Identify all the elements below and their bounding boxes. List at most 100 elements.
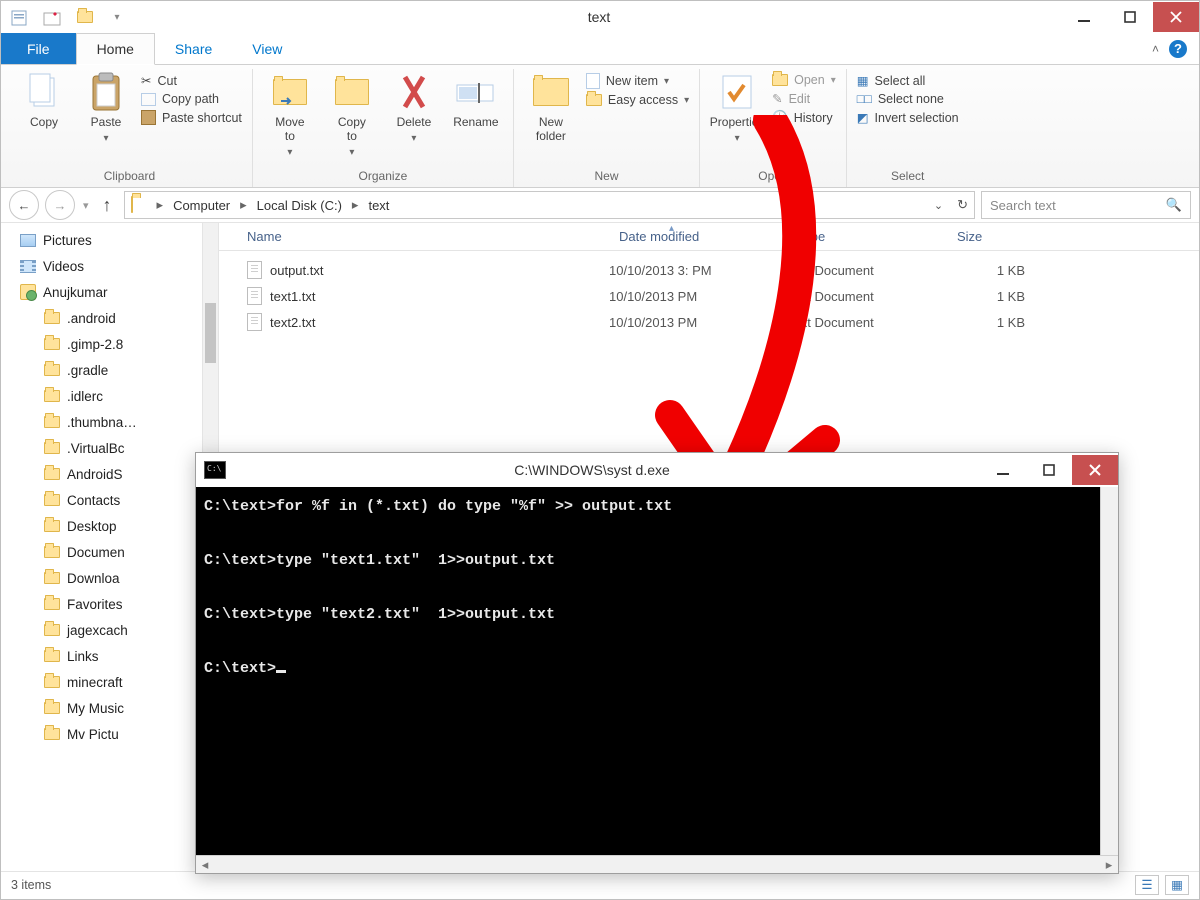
help-icon[interactable]: ? [1169,40,1187,58]
minimize-button[interactable] [1061,2,1107,32]
properties-button[interactable]: Properties▾ [710,71,764,144]
back-button[interactable]: ← [9,190,39,220]
breadcrumb[interactable]: Local Disk (C:) [253,198,346,213]
paste-shortcut-button[interactable]: Paste shortcut [141,110,242,125]
delete-button[interactable]: Delete▾ [387,71,441,144]
tree-label: jagexcach [67,623,128,638]
edit-icon: ✎ [772,91,782,106]
open-button[interactable]: Open ▾ [772,73,836,87]
col-size[interactable]: Size [947,229,1047,244]
pict-icon [19,232,37,248]
tree-node[interactable]: .android [1,305,218,331]
paste-button[interactable]: Paste ▾ [79,71,133,144]
search-input[interactable]: Search text 🔍 [981,191,1191,219]
tree-node[interactable]: Pictures [1,227,218,253]
select-all-button[interactable]: ▦Select all [857,73,959,88]
details-view-button[interactable]: ☰ [1135,875,1159,895]
history-icon: 🕑 [772,110,788,125]
address-dropdown-icon[interactable]: ⌄ [934,199,943,212]
tree-node[interactable]: Contacts [1,487,218,513]
history-button[interactable]: 🕑History [772,110,836,125]
breadcrumb[interactable]: text [364,198,393,213]
icons-view-button[interactable]: ▦ [1165,875,1189,895]
shortcut-icon [141,110,156,125]
tree-node[interactable]: jagexcach [1,617,218,643]
new-item-button[interactable]: New item ▾ [586,73,689,89]
cmd-close-button[interactable] [1072,455,1118,485]
file-row[interactable]: text1.txt10/10/2013 PMText Document1 KB [219,283,1199,309]
qat-dropdown-icon[interactable]: ▾ [103,5,131,29]
tree-node[interactable]: .gimp-2.8 [1,331,218,357]
address-bar[interactable]: ▸ Computer ▸ Local Disk (C:) ▸ text ⌄ ↻ [124,191,975,219]
easy-access-button[interactable]: Easy access ▾ [586,93,689,107]
forward-button[interactable]: → [45,190,75,220]
tree-node[interactable]: Downloa [1,565,218,591]
maximize-button[interactable] [1107,2,1153,32]
tree-node[interactable]: AndroidS [1,461,218,487]
search-placeholder: Search text [990,198,1056,213]
cmd-vscrollbar[interactable] [1100,487,1118,855]
copy-to-button[interactable]: Copy to▾ [325,71,379,158]
copy-button[interactable]: Copy [17,71,71,130]
tab-share[interactable]: Share [155,33,232,64]
folder-icon [43,726,61,742]
qat-newfolder-icon[interactable] [39,5,67,29]
tree-node[interactable]: minecraft [1,669,218,695]
col-type[interactable]: Type [787,229,947,244]
refresh-icon[interactable]: ↻ [957,197,968,213]
tree-node[interactable]: Documen [1,539,218,565]
up-button[interactable]: ↑ [97,195,118,216]
tree-node[interactable]: .gradle [1,357,218,383]
folder-icon [43,648,61,664]
edit-button[interactable]: ✎Edit [772,91,836,106]
easyaccess-icon [586,94,602,106]
tree-node[interactable]: .VirtualBc [1,435,218,461]
nav-tree[interactable]: PicturesVideosAnujkumar.android.gimp-2.8… [1,223,219,871]
file-date: 10/10/2013 3: PM [609,263,787,278]
cmd-titlebar[interactable]: C:\WINDOWS\syst d.exe [196,453,1118,487]
tree-label: .VirtualBc [67,441,125,456]
folder-icon [43,544,61,560]
copy-path-button[interactable]: Copy path [141,92,242,106]
cmd-hscrollbar[interactable]: ◂▸ [196,855,1118,873]
sort-indicator-icon: ▴ [669,223,674,234]
group-open: Properties▾ Open ▾ ✎Edit 🕑History Open [700,69,847,187]
col-date[interactable]: Date modified [609,229,787,244]
tab-home[interactable]: Home [76,33,155,65]
tree-node[interactable]: My Music [1,695,218,721]
tree-label: .thumbna… [67,415,137,430]
select-none-button[interactable]: □□Select none [857,92,959,106]
tree-node[interactable]: Mv Pictu [1,721,218,747]
close-button[interactable] [1153,2,1199,32]
tree-node[interactable]: .idlerc [1,383,218,409]
folder-icon [43,674,61,690]
vid-icon [19,258,37,274]
tree-node[interactable]: Videos [1,253,218,279]
breadcrumb[interactable]: Computer [169,198,234,213]
cmd-maximize-button[interactable] [1026,455,1072,485]
cut-button[interactable]: ✂Cut [141,73,242,88]
cmd-output[interactable]: C:\text>for %f in (*.txt) do type "%f" >… [196,487,1100,855]
tree-node[interactable]: Desktop [1,513,218,539]
tree-node[interactable]: Anujkumar [1,279,218,305]
column-headers[interactable]: ▴ Name Date modified Type Size [219,223,1199,251]
tree-node[interactable]: Links [1,643,218,669]
file-row[interactable]: text2.txt10/10/2013 PMText Document1 KB [219,309,1199,335]
file-row[interactable]: output.txt10/10/2013 3: PMText Document1… [219,257,1199,283]
selectnone-icon: □□ [857,92,872,106]
ribbon-collapse-icon[interactable]: ˄ [1152,42,1159,56]
rename-button[interactable]: Rename [449,71,503,130]
tab-file[interactable]: File [1,33,76,64]
cmd-window: C:\WINDOWS\syst d.exe C:\text>for %f in … [195,452,1119,874]
cmd-minimize-button[interactable] [980,455,1026,485]
qat-open-icon[interactable] [71,5,99,29]
move-to-button[interactable]: Move to▾ [263,71,317,158]
recent-dropdown-icon[interactable]: ▾ [81,199,91,212]
tab-view[interactable]: View [232,33,302,64]
invert-selection-button[interactable]: ◩Invert selection [857,110,959,125]
col-name[interactable]: Name [219,229,609,244]
tree-node[interactable]: Favorites [1,591,218,617]
new-folder-button[interactable]: New folder [524,71,578,144]
qat-properties-icon[interactable] [7,5,35,29]
tree-node[interactable]: .thumbna… [1,409,218,435]
